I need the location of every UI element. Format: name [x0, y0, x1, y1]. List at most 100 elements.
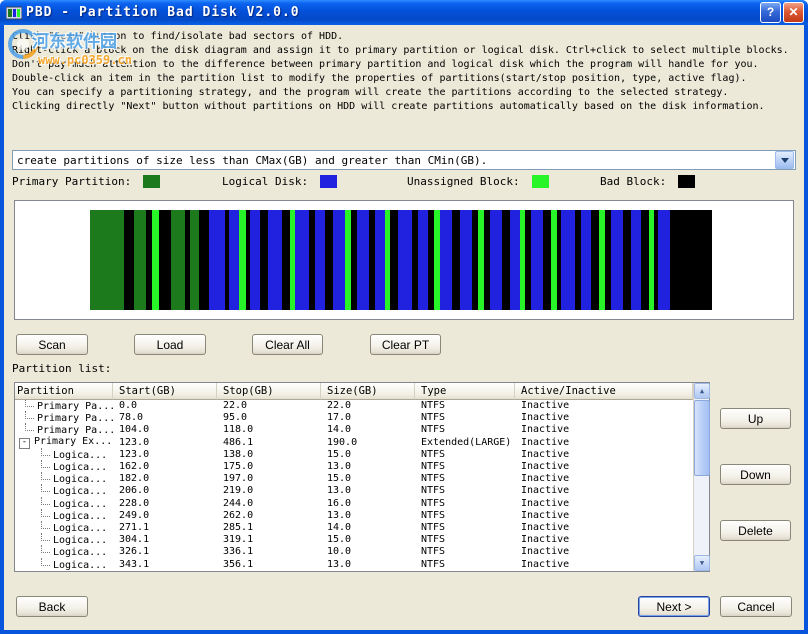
disk-gap	[670, 210, 680, 310]
size-cell: 13.0	[321, 510, 415, 522]
disk-block[interactable]	[250, 210, 260, 310]
title-bar[interactable]: PBD - Partition Bad Disk V2.0.0 ? ✕	[0, 0, 808, 25]
column-header[interactable]: Type	[415, 383, 515, 400]
table-scrollbar[interactable]: ▲ ▼	[693, 383, 709, 571]
size-cell: 190.0	[321, 437, 415, 449]
type-cell: NTFS	[415, 534, 515, 546]
type-cell: NTFS	[415, 546, 515, 558]
back-button[interactable]: Back	[16, 596, 88, 617]
partition-row[interactable]: Logica...304.1319.115.0NTFSInactive	[15, 534, 693, 546]
disk-block[interactable]	[611, 210, 623, 310]
column-header[interactable]: Partition	[15, 383, 113, 400]
start-cell: 326.1	[113, 546, 217, 558]
clear-pt-button[interactable]: Clear PT	[370, 334, 441, 355]
partition-row[interactable]: Logica...182.0197.015.0NTFSInactive	[15, 473, 693, 485]
client-area: Click "Scan" button to find/isolate bad …	[4, 25, 804, 630]
window-title: PBD - Partition Bad Disk V2.0.0	[26, 5, 300, 20]
next-button[interactable]: Next >	[638, 596, 710, 617]
disk-block[interactable]	[510, 210, 520, 310]
partition-row[interactable]: Logica...271.1285.114.0NTFSInactive	[15, 522, 693, 534]
close-button[interactable]: ✕	[783, 2, 804, 23]
disk-block[interactable]	[229, 210, 239, 310]
disk-block[interactable]	[460, 210, 472, 310]
type-cell: NTFS	[415, 522, 515, 534]
disk-block[interactable]	[561, 210, 575, 310]
disk-block[interactable]	[152, 210, 159, 310]
column-header[interactable]: Stop(GB)	[217, 383, 321, 400]
active-cell: Inactive	[515, 485, 693, 497]
delete-button[interactable]: Delete	[720, 520, 791, 541]
disk-block[interactable]	[90, 210, 124, 310]
scan-button[interactable]: Scan	[16, 334, 88, 355]
disk-block[interactable]	[295, 210, 309, 310]
partition-row[interactable]: -Primary Ex...123.0486.1190.0Extended(LA…	[15, 437, 693, 449]
scroll-up-icon[interactable]: ▲	[694, 383, 710, 399]
disk-block[interactable]	[315, 210, 325, 310]
partition-row[interactable]: Logica...162.0175.013.0NTFSInactive	[15, 461, 693, 473]
partition-row[interactable]: Logica...206.0219.013.0NTFSInactive	[15, 485, 693, 497]
cancel-button[interactable]: Cancel	[720, 596, 792, 617]
partition-row[interactable]: Primary Pa...104.0118.014.0NTFSInactive	[15, 424, 693, 436]
help-button[interactable]: ?	[760, 2, 781, 23]
load-button[interactable]: Load	[134, 334, 206, 355]
type-cell: NTFS	[415, 498, 515, 510]
partition-row[interactable]: Primary Pa...78.095.017.0NTFSInactive	[15, 412, 693, 424]
active-cell: Inactive	[515, 498, 693, 510]
scroll-down-icon[interactable]: ▼	[694, 555, 710, 571]
disk-block[interactable]	[581, 210, 591, 310]
disk-block[interactable]	[333, 210, 345, 310]
scroll-thumb[interactable]	[694, 400, 710, 476]
disk-block[interactable]	[134, 210, 146, 310]
stop-cell: 486.1	[217, 437, 321, 449]
start-cell: 123.0	[113, 449, 217, 461]
size-cell: 14.0	[321, 522, 415, 534]
tree-branch-icon	[41, 509, 50, 517]
tree-branch-icon	[41, 448, 50, 456]
active-cell: Inactive	[515, 534, 693, 546]
disk-block[interactable]	[531, 210, 543, 310]
partition-row[interactable]: Logica...326.1336.110.0NTFSInactive	[15, 546, 693, 558]
disk-block[interactable]	[658, 210, 670, 310]
active-cell: Inactive	[515, 461, 693, 473]
disk-gap	[452, 210, 460, 310]
column-header[interactable]: Size(GB)	[321, 383, 415, 400]
partition-row[interactable]: Logica...249.0262.013.0NTFSInactive	[15, 510, 693, 522]
disk-block[interactable]	[631, 210, 641, 310]
disk-block[interactable]	[171, 210, 185, 310]
partition-row[interactable]: Logica...343.1356.113.0NTFSInactive	[15, 558, 693, 570]
stop-cell: 175.0	[217, 461, 321, 473]
size-cell: 13.0	[321, 559, 415, 571]
disk-block[interactable]	[440, 210, 452, 310]
partition-row[interactable]: Primary Pa...0.022.022.0NTFSInactive	[15, 400, 693, 412]
disk-block[interactable]	[490, 210, 502, 310]
legend-label: Bad Block:	[600, 175, 666, 188]
dropdown-arrow-button[interactable]	[775, 151, 794, 169]
disk-block[interactable]	[357, 210, 369, 310]
disk-block[interactable]	[398, 210, 412, 310]
partition-row[interactable]: Logica...228.0244.016.0NTFSInactive	[15, 498, 693, 510]
disk-block[interactable]	[209, 210, 225, 310]
column-header[interactable]: Active/Inactive	[515, 383, 693, 400]
disk-block[interactable]	[268, 210, 282, 310]
type-cell: Extended(LARGE)	[415, 437, 515, 449]
disk-block[interactable]	[375, 210, 385, 310]
down-button[interactable]: Down	[720, 464, 791, 485]
partition-row[interactable]: Logica...123.0138.015.0NTFSInactive	[15, 449, 693, 461]
clear-all-button[interactable]: Clear All	[252, 334, 323, 355]
active-cell: Inactive	[515, 424, 693, 436]
column-header[interactable]: Start(GB)	[113, 383, 217, 400]
instruction-line: Don't pay much attention to the differen…	[12, 58, 789, 72]
tree-branch-icon	[41, 533, 50, 541]
legend-label: Logical Disk:	[222, 175, 308, 188]
disk-block[interactable]	[239, 210, 246, 310]
strategy-dropdown[interactable]: create partitions of size less than CMax…	[12, 150, 796, 170]
disk-gap	[159, 210, 171, 310]
active-cell: Inactive	[515, 449, 693, 461]
disk-block[interactable]	[190, 210, 199, 310]
stop-cell: 356.1	[217, 559, 321, 571]
disk-block[interactable]	[418, 210, 428, 310]
up-button[interactable]: Up	[720, 408, 791, 429]
type-cell: NTFS	[415, 461, 515, 473]
disk-gap	[390, 210, 398, 310]
disk-diagram[interactable]	[90, 210, 712, 310]
